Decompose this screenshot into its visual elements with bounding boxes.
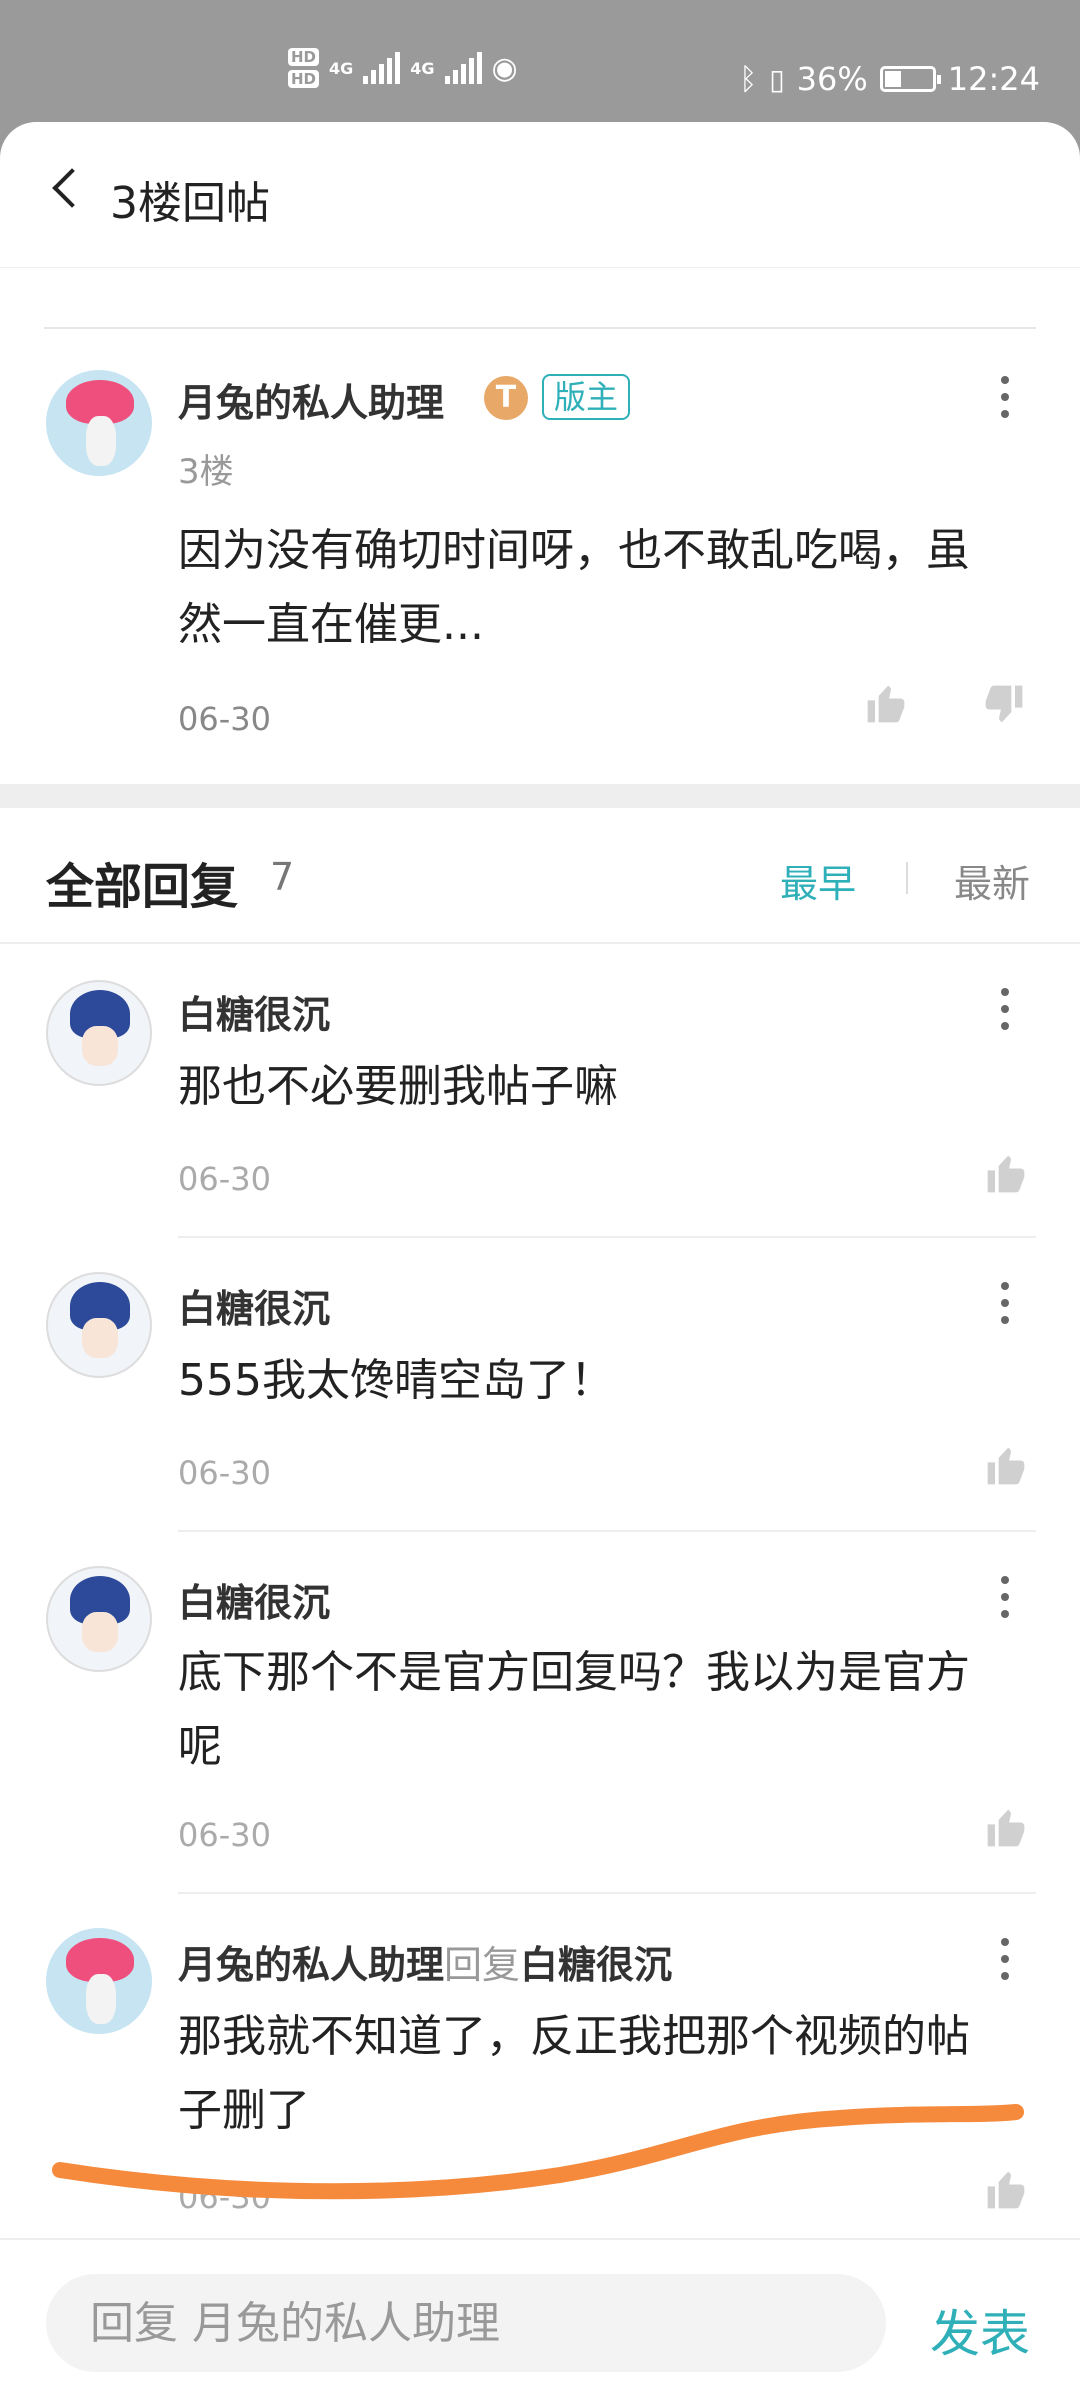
page-title: 3楼回帖 <box>110 178 270 229</box>
post-content: 因为没有确切时间呀，也不敢乱吃喝，虽然一直在催更... <box>178 525 970 650</box>
reply-content: 555我太馋晴空岛了！ <box>178 1355 614 1406</box>
reply-thread-sheet: 3楼回帖 月兔的私人助理 T 版主 3楼 因为没有确切时间呀，也不敢乱吃喝，虽然… <box>0 122 1080 2400</box>
reply-content: 那我就不知道了，反正我把那个视频的帖子删了 <box>178 2011 970 2136</box>
more-options-icon[interactable] <box>1001 376 1009 418</box>
reply-author-name[interactable]: 白糖很沉 <box>178 984 330 1039</box>
section-gap <box>0 784 1080 808</box>
divider <box>0 942 1080 944</box>
clock: 12:24 <box>947 60 1040 98</box>
reply-target-name[interactable]: 白糖很沉 <box>520 1943 672 1987</box>
reply-author-name[interactable]: 月兔的私人助理 <box>178 1943 444 1987</box>
battery-icon <box>879 66 941 92</box>
network-type-2: 4G <box>410 58 435 78</box>
reply-bar: 发表 <box>0 2238 1080 2402</box>
reply-content: 那也不必要删我帖子嘛 <box>178 1061 618 1112</box>
reply-date: 06-30 <box>178 1454 271 1492</box>
battery-percent: 36% <box>796 60 868 98</box>
battery-fill <box>884 71 902 87</box>
more-options-icon[interactable] <box>1001 1576 1009 1618</box>
divider <box>178 1530 1036 1532</box>
bluetooth-icon: ᛒ <box>739 61 758 97</box>
reply-input[interactable] <box>46 2274 886 2372</box>
reply-author-name[interactable]: 白糖很沉 <box>178 1572 330 1627</box>
divider <box>44 327 1036 329</box>
reply-date: 06-30 <box>178 2178 271 2216</box>
hd-badge-1: HD <box>288 48 320 66</box>
avatar[interactable] <box>46 1928 152 2034</box>
hd-badge-2: HD <box>288 70 320 88</box>
signal-icon <box>363 52 401 84</box>
reply-author-name[interactable]: 白糖很沉 <box>178 1278 330 1333</box>
header: 3楼回帖 <box>0 122 1080 268</box>
send-button[interactable]: 发表 <box>930 2294 1030 2366</box>
vibrate-icon: ▯ <box>769 62 785 96</box>
divider <box>178 1892 1036 1894</box>
post-date: 06-30 <box>178 700 271 738</box>
reply-count: 7 <box>270 855 295 899</box>
moderator-badge: 版主 <box>542 374 631 420</box>
sort-separator <box>906 862 908 894</box>
sort-earliest-tab[interactable]: 最早 <box>780 853 856 908</box>
more-options-icon[interactable] <box>1001 1282 1009 1324</box>
floor-label: 3楼 <box>178 452 234 492</box>
reply-author-line: 月兔的私人助理回复白糖很沉 <box>178 1934 672 1989</box>
reply-content: 底下那个不是官方回复吗？我以为是官方呢 <box>178 1647 970 1772</box>
dislike-icon[interactable] <box>982 682 1026 726</box>
status-right: ᛒ ▯ 36% 12:24 <box>739 60 1040 98</box>
like-icon[interactable] <box>984 2168 1028 2212</box>
reply-date: 06-30 <box>178 1816 271 1854</box>
avatar[interactable] <box>46 1272 152 1378</box>
avatar[interactable] <box>46 980 152 1086</box>
status-bar: HD HD 4G 4G ◉ ᛒ ▯ 36% 12:24 <box>0 0 1080 122</box>
all-replies-title: 全部回复 <box>46 859 239 915</box>
level-badge: T <box>484 376 528 420</box>
sort-latest-tab[interactable]: 最新 <box>954 853 1030 908</box>
network-indicators: HD HD 4G 4G ◉ <box>288 48 518 88</box>
like-icon[interactable] <box>984 1444 1028 1488</box>
post-author-name[interactable]: 月兔的私人助理 <box>178 372 444 427</box>
signal-icon-2 <box>444 52 482 84</box>
reply-date: 06-30 <box>178 1160 271 1198</box>
avatar[interactable] <box>46 370 152 476</box>
like-icon[interactable] <box>984 1806 1028 1850</box>
avatar[interactable] <box>46 1566 152 1672</box>
back-arrow-icon[interactable] <box>52 168 92 208</box>
like-icon[interactable] <box>984 1152 1028 1196</box>
more-options-icon[interactable] <box>1001 988 1009 1030</box>
reply-to-word: 回复 <box>444 1943 521 1987</box>
divider <box>178 1236 1036 1238</box>
more-options-icon[interactable] <box>1001 1938 1009 1980</box>
like-icon[interactable] <box>864 682 908 726</box>
network-type-1: 4G <box>329 58 354 78</box>
qq-icon: ◉ <box>491 50 518 86</box>
